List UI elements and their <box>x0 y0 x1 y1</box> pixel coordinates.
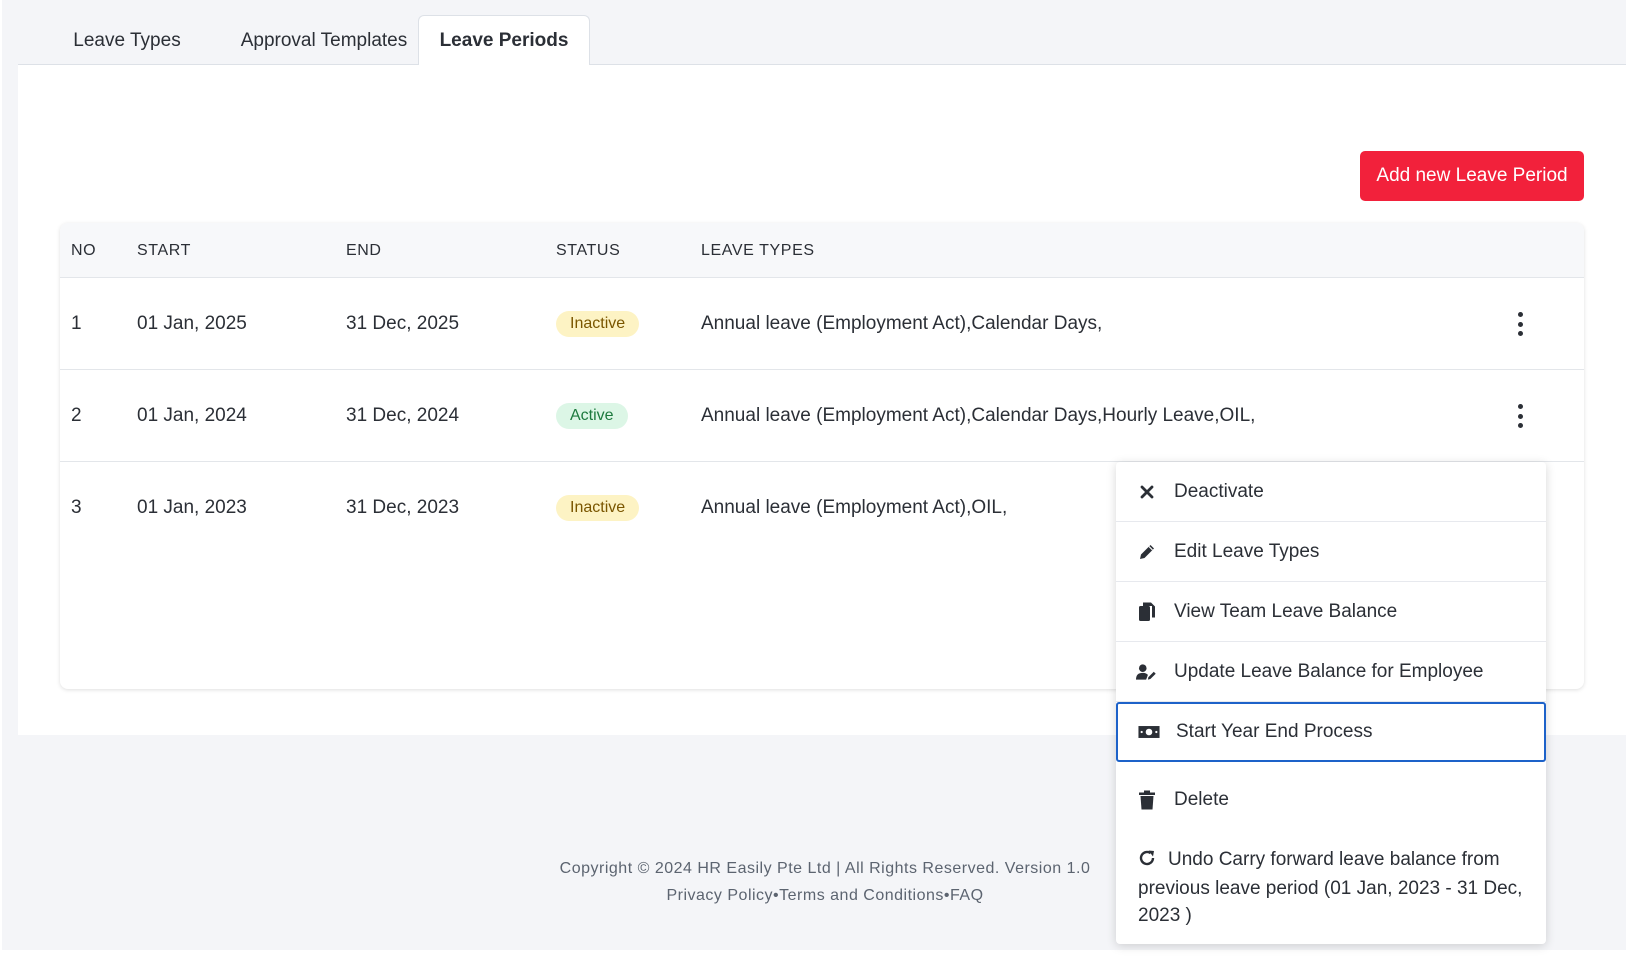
more-options-icon[interactable] <box>1512 312 1528 336</box>
copy-icon <box>1136 601 1158 623</box>
cell-start: 01 Jan, 2025 <box>137 313 247 334</box>
trash-icon <box>1136 789 1158 811</box>
menu-item-deactivate[interactable]: Deactivate <box>1116 462 1546 522</box>
cell-end: 31 Dec, 2025 <box>346 313 460 334</box>
header-end: END <box>346 241 382 259</box>
menu-item-start-year-end-process[interactable]: Start Year End Process <box>1116 702 1546 762</box>
header-start: START <box>137 241 191 259</box>
tab-approval-templates[interactable]: Approval Templates <box>214 16 434 65</box>
cell-status: Inactive <box>556 462 640 554</box>
cell-end: 31 Dec, 2023 <box>346 497 460 518</box>
tab-leave-periods[interactable]: Leave Periods <box>418 15 590 66</box>
user-edit-icon <box>1136 661 1158 683</box>
menu-item-update-leave-balance[interactable]: Update Leave Balance for Employee <box>1116 642 1546 702</box>
menu-item-label: Start Year End Process <box>1176 721 1373 742</box>
table-row: 2 01 Jan, 2024 31 Dec, 2024 Active Annua… <box>60 370 1584 462</box>
table-header: NO START END STATUS LEAVE TYPES <box>60 223 1584 278</box>
menu-item-delete[interactable]: Delete <box>1116 770 1546 830</box>
cell-leave-types: Annual leave (Employment Act),Calendar D… <box>701 313 1103 334</box>
more-options-icon[interactable] <box>1512 404 1528 428</box>
table-row: 1 01 Jan, 2025 31 Dec, 2025 Inactive Ann… <box>60 278 1584 370</box>
menu-item-label: Undo Carry forward leave balance from pr… <box>1138 848 1523 926</box>
row-actions-menu: Deactivate Edit Leave Types View Team Le… <box>1116 462 1546 944</box>
close-icon <box>1136 481 1158 503</box>
cell-status: Inactive <box>556 278 640 370</box>
faq-link[interactable]: FAQ <box>950 887 984 904</box>
menu-item-label: Update Leave Balance for Employee <box>1174 660 1484 682</box>
cell-status: Active <box>556 370 628 462</box>
cell-start: 01 Jan, 2024 <box>137 405 247 426</box>
menu-item-label: Delete <box>1174 789 1229 810</box>
status-badge: Inactive <box>556 311 640 337</box>
cell-start: 01 Jan, 2023 <box>137 497 247 518</box>
menu-item-label: View Team Leave Balance <box>1174 600 1398 622</box>
cell-no: 1 <box>71 313 82 334</box>
menu-item-view-team-leave-balance[interactable]: View Team Leave Balance <box>1116 582 1546 642</box>
header-leave-types: LEAVE TYPES <box>701 241 815 259</box>
privacy-policy-link[interactable]: Privacy Policy <box>666 887 773 904</box>
cell-leave-types: Annual leave (Employment Act),OIL, <box>701 497 1008 518</box>
cell-leave-types: Annual leave (Employment Act),Calendar D… <box>701 405 1256 426</box>
tab-bar: Leave Types Approval Templates Leave Per… <box>18 0 1626 66</box>
status-badge: Active <box>556 403 628 429</box>
header-no: NO <box>71 241 97 259</box>
menu-item-label: Deactivate <box>1174 480 1264 502</box>
terms-link[interactable]: Terms and Conditions <box>779 887 944 904</box>
status-badge: Inactive <box>556 495 640 521</box>
menu-item-undo-carry-forward[interactable]: Undo Carry forward leave balance from pr… <box>1116 828 1546 944</box>
cell-no: 3 <box>71 497 82 518</box>
undo-icon <box>1138 848 1160 875</box>
cell-end: 31 Dec, 2024 <box>346 405 460 426</box>
tab-leave-types[interactable]: Leave Types <box>52 16 202 65</box>
cell-no: 2 <box>71 405 82 426</box>
menu-item-edit-leave-types[interactable]: Edit Leave Types <box>1116 522 1546 582</box>
add-leave-period-button[interactable]: Add new Leave Period <box>1360 151 1584 201</box>
header-status: STATUS <box>556 241 621 259</box>
pencil-icon <box>1136 541 1158 563</box>
menu-item-label: Edit Leave Types <box>1174 540 1320 562</box>
money-bill-icon <box>1138 721 1160 743</box>
